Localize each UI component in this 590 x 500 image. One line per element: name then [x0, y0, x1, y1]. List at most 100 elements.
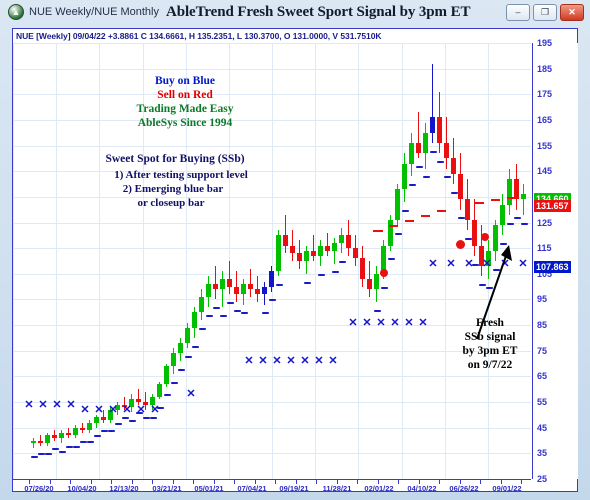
callout-line-4: on 9/7/22 [467, 359, 513, 371]
abletrend-support-dot [525, 222, 528, 225]
price-axis-tick-label: 95 [537, 294, 548, 305]
candle-body [402, 163, 407, 190]
candle-body [241, 284, 246, 295]
candle-body [290, 245, 295, 254]
sell-signal-x-marker: ✕ [272, 355, 282, 368]
candle-body [332, 243, 337, 251]
abletrend-support-dot [399, 232, 402, 235]
candle-body [227, 278, 232, 287]
candle-body [346, 235, 351, 249]
gridline-vertical [315, 43, 316, 479]
candle-body [45, 435, 50, 444]
sell-signal-x-marker: ✕ [390, 316, 400, 329]
sell-signal-x-marker: ✕ [108, 403, 118, 416]
price-axis-tick-label: 25 [537, 474, 548, 484]
candle-body [451, 158, 456, 174]
candle-body [521, 194, 526, 200]
candle-body [80, 427, 85, 431]
resistance-dash [421, 214, 430, 217]
abletrend-support-dot [189, 355, 192, 358]
sell-signal-x-marker: ✕ [186, 388, 196, 401]
candle-body [325, 245, 330, 251]
date-axis-tick-label: 12/13/20 [109, 484, 139, 493]
sell-signal-x-marker: ✕ [52, 398, 62, 411]
candle-body [255, 289, 260, 295]
candle-body [220, 278, 225, 290]
date-axis-tick-label: 11/28/21 [322, 484, 352, 493]
candle-body [94, 417, 99, 423]
candle-body [73, 427, 78, 436]
close-button[interactable]: ✕ [560, 4, 584, 21]
abletrend-support-dot [280, 284, 283, 287]
window-tab-title: NUE Weekly/NUE Monthly [29, 6, 159, 18]
sell-signal-x-marker: ✕ [446, 257, 456, 270]
price-axis-tick-label: 45 [537, 422, 548, 433]
page-title: AbleTrend Fresh Sweet Sport Signal by 3p… [166, 3, 471, 20]
date-axis-tick-label: 06/26/22 [449, 484, 479, 493]
candle-body [248, 284, 253, 290]
candle-body [283, 235, 288, 246]
candle-body [353, 248, 358, 259]
resistance-dash [475, 202, 484, 204]
abletrend-support-dot [196, 345, 199, 348]
sell-signal-x-marker: ✕ [286, 355, 296, 368]
gridline-vertical [272, 43, 273, 479]
resistance-dash [373, 230, 383, 233]
date-axis-tick-label: 10/04/20 [67, 484, 97, 493]
sell-signal-x-marker: ✕ [80, 403, 90, 416]
candle-body [199, 296, 204, 313]
price-axis-tick-label: 85 [537, 320, 548, 331]
resistance-dash [389, 225, 398, 228]
sell-signal-x-marker: ✕ [428, 257, 438, 270]
abletrend-support-dot [385, 286, 388, 289]
candle-body [213, 284, 218, 290]
date-axis-tick [234, 480, 235, 484]
price-axis-tick-label: 165 [537, 114, 553, 125]
resistance-dash [507, 196, 516, 199]
chart-frame[interactable]: NUE [Weekly] 09/04/22 +3.8861 C 134.6661… [12, 28, 578, 493]
chart-plot-area[interactable]: ✕ ✕ ✕ ✕ ✕ ✕ ✕ ✕ ✕ ✕ ✕ ✕ ✕ ✕ ✕ ✕ ✕ ✕ ✕ ✕ ✕ ✕ ✕ ✕ ✕ ✕ ✕ ✕ ✕ ✕ Buy on Bl… [13, 43, 531, 479]
price-axis-tick-label: 195 [537, 38, 553, 48]
candle-wick [138, 389, 139, 405]
candle-body [339, 235, 344, 244]
sell-signal-x-marker: ✕ [328, 355, 338, 368]
annotation-ssb-rule-2: 2) Emerging blue bar [122, 183, 224, 195]
date-axis-tick-label: 07/04/21 [237, 484, 267, 493]
abletrend-support-dot [343, 261, 346, 263]
candle-body [360, 258, 365, 279]
window-title-bar: ▲ NUE Weekly/NUE Monthly AbleTrend Fresh… [0, 0, 590, 24]
price-axis-tick-label: 75 [537, 345, 548, 356]
window-controls: – ❐ ✕ [506, 4, 584, 21]
candle-body [185, 327, 190, 344]
sell-signal-x-marker: ✕ [300, 355, 310, 368]
candle-body [374, 273, 379, 290]
ablesys-chart-window: ▲ NUE Weekly/NUE Monthly AbleTrend Fresh… [0, 0, 590, 500]
date-axis-tick [439, 480, 440, 484]
candle-body [507, 178, 512, 205]
sell-signal-x-marker: ✕ [24, 398, 34, 411]
annotation-sell-on-red: Sell on Red [157, 89, 213, 101]
candle-body [430, 117, 435, 133]
abletrend-support-dot [119, 422, 122, 425]
minimize-button[interactable]: – [506, 4, 530, 21]
abletrend-support-dot [210, 314, 213, 317]
price-axis[interactable]: 2535455565758595105115125135145155165175… [532, 38, 578, 484]
abletrend-support-dot [203, 327, 206, 330]
abletrend-support-dot [77, 445, 80, 448]
date-axis[interactable]: 07/26/20 10/04/20 12/13/20 03/21/21 05/01/21… [13, 479, 531, 493]
date-axis-tick-label: 03/21/21 [152, 484, 182, 493]
candle-wick [250, 268, 251, 297]
candle-body [276, 235, 281, 272]
candle-body [192, 312, 197, 328]
candle-body [458, 173, 463, 200]
candle-body [59, 432, 64, 438]
candle-body [367, 278, 372, 290]
maximize-button[interactable]: ❐ [533, 4, 557, 21]
annotation-buy-on-blue: Buy on Blue [154, 75, 216, 87]
sell-signal-x-marker: ✕ [244, 355, 254, 368]
abletrend-support-dot [231, 302, 234, 305]
abletrend-support-dot [224, 314, 227, 317]
candle-body [465, 199, 470, 220]
price-axis-tick-label: 65 [537, 371, 548, 382]
callout-line-3: by 3pm ET [462, 345, 518, 357]
